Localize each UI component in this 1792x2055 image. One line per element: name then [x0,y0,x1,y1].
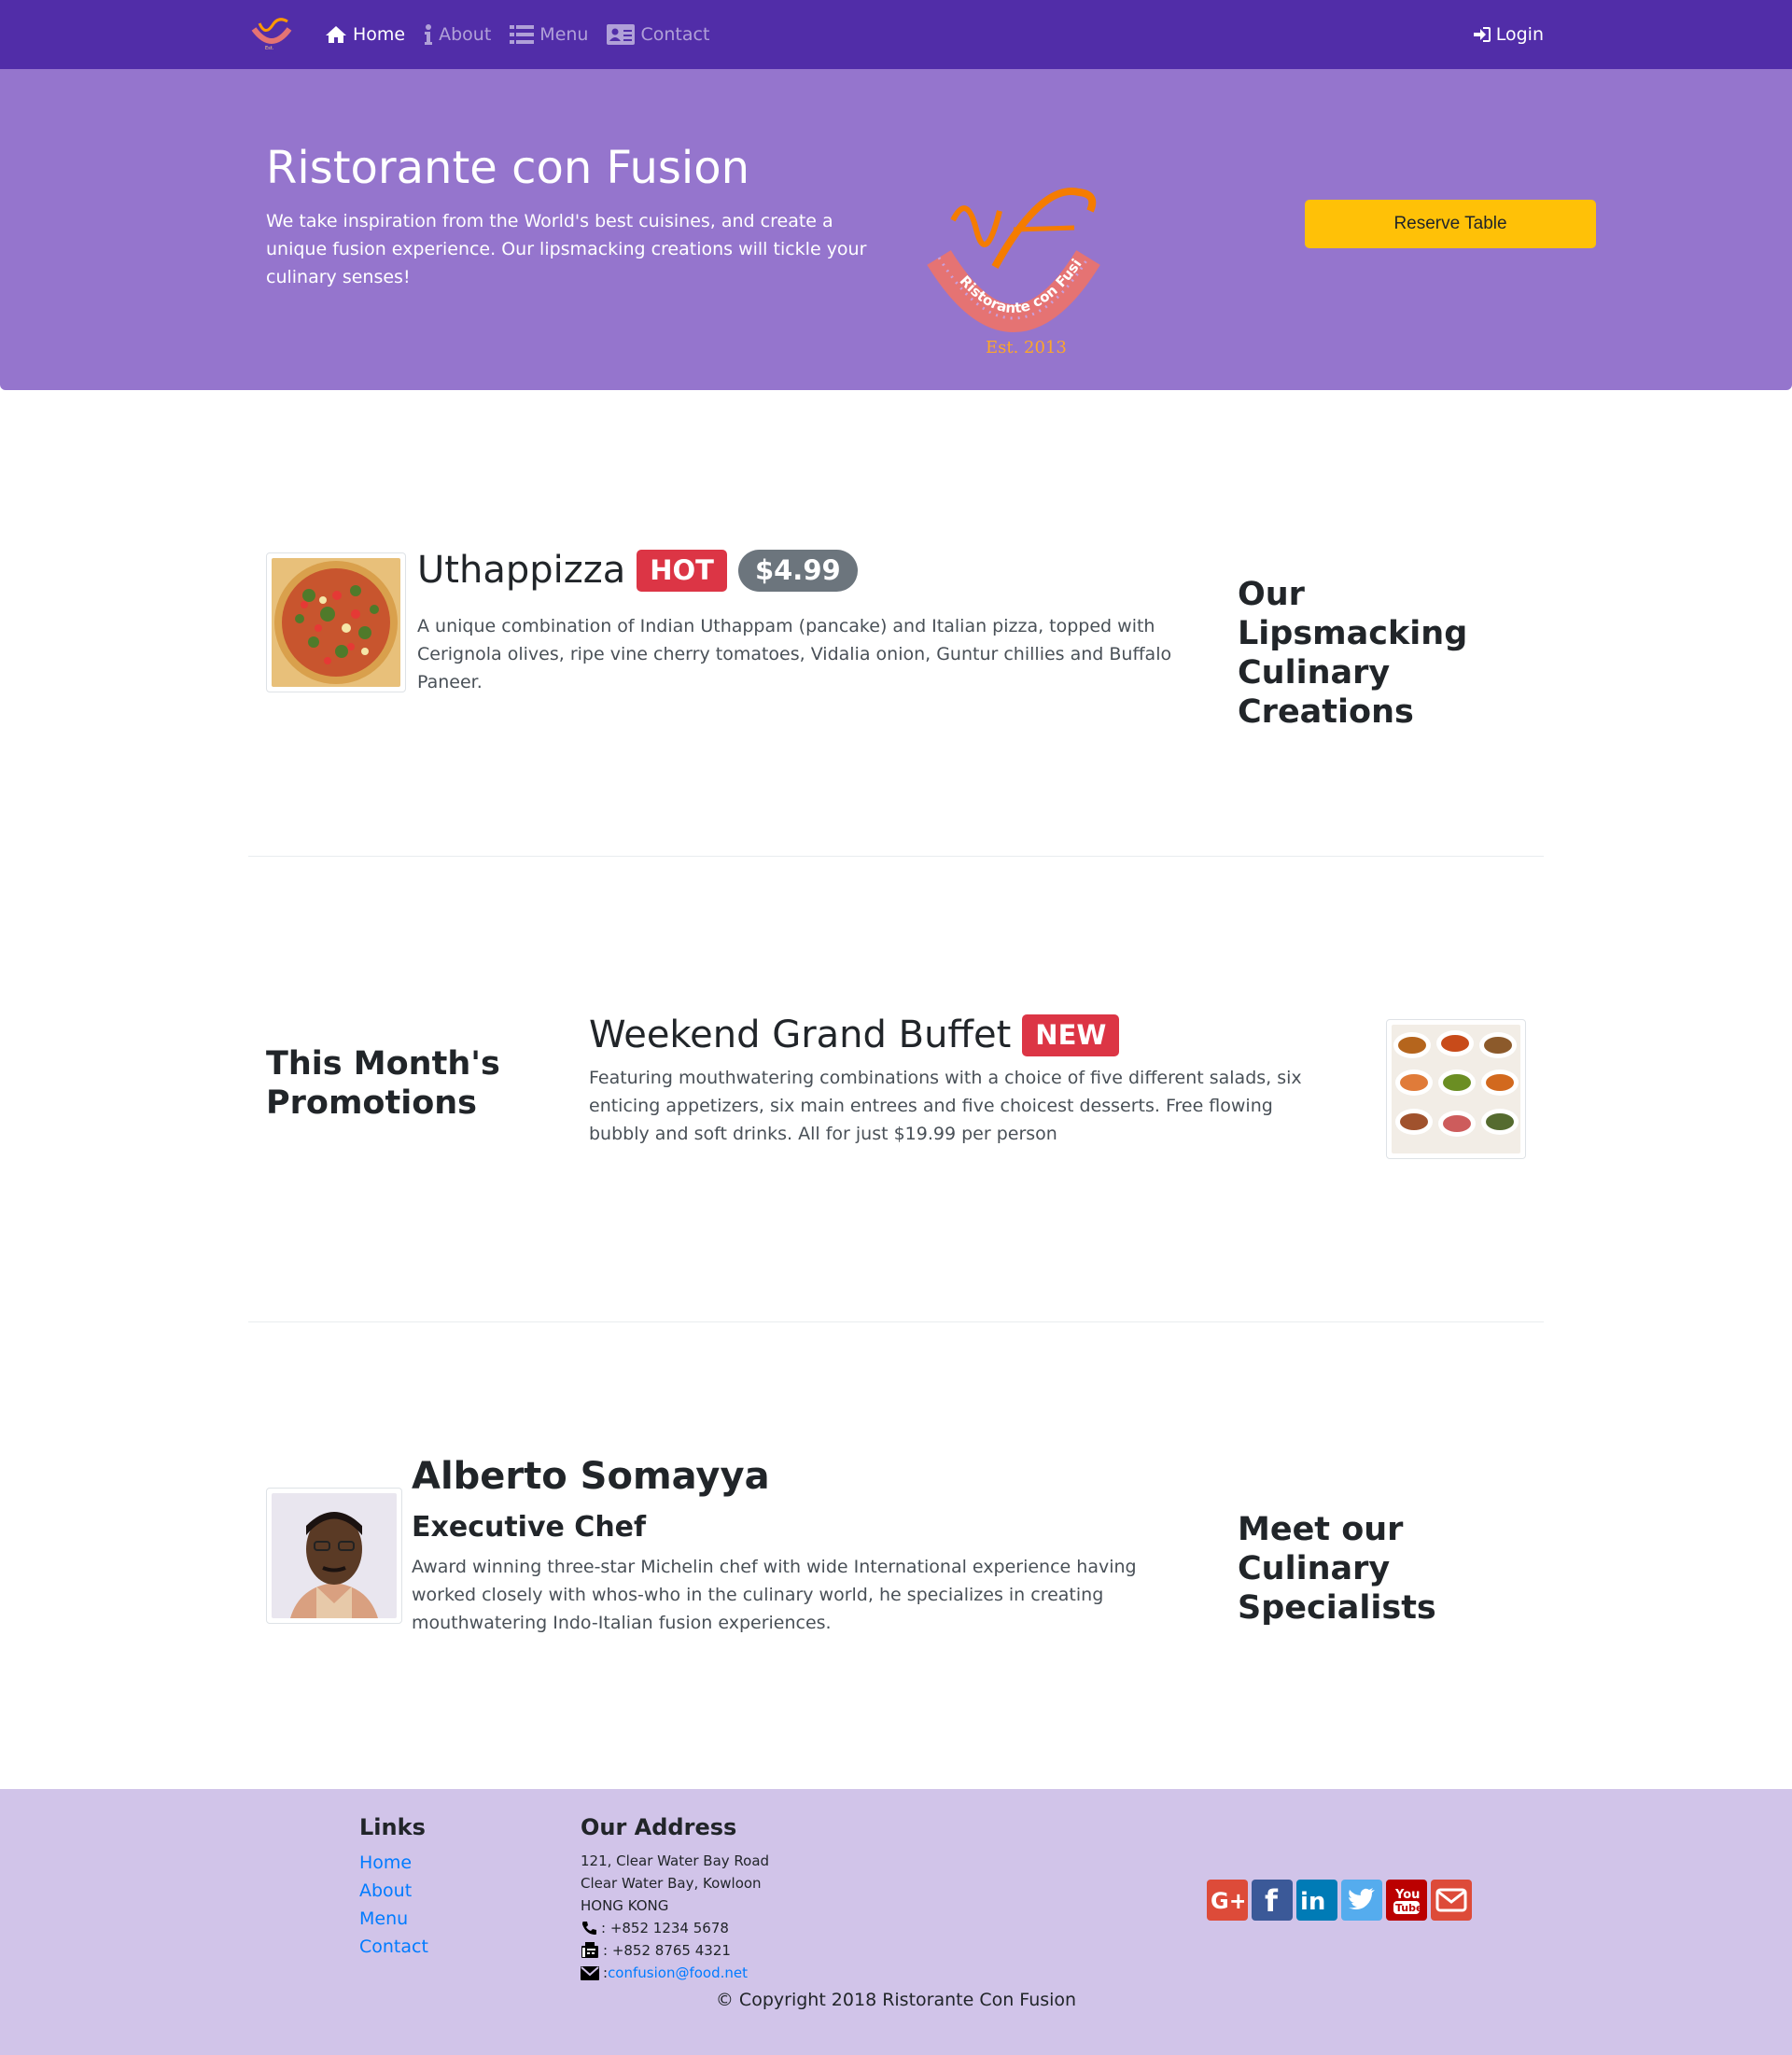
logo-est-text: Est. 2013 [986,338,1067,357]
linkedin-icon: in [1300,1888,1325,1913]
svg-text:Ristorante con Fusion: Ristorante con Fusion [911,155,1085,316]
featured-dish-section: Uthappizza HOT $4.99 A unique combinatio… [0,390,1792,926]
promotion-section: This Month's Promotions Weekend Grand Bu… [0,857,1792,1322]
footer-link-home[interactable]: Home [359,1852,412,1873]
svg-text:Tube: Tube [1395,1902,1421,1914]
promotion-description: Featuring mouthwatering combinations wit… [589,1068,1302,1144]
dish-image [266,552,406,692]
address-card-icon [607,24,636,45]
linkedin-button[interactable]: in [1296,1880,1337,1921]
restaurant-logo: Ristorante con Fusion Est. 2013 [906,142,1116,373]
info-icon [425,24,433,45]
phone-line: : +852 1234 5678 [581,1920,729,1936]
nav-label-about: About [439,24,492,45]
leader-description: Award winning three-star Michelin chef w… [412,1557,1137,1633]
hot-badge: HOT [637,549,727,592]
promotion-heading: Weekend Grand Buffet NEW [589,1014,1120,1056]
leader-section: Alberto Somayya Executive Chef Award win… [0,1322,1792,1788]
facebook-button[interactable]: f [1252,1880,1293,1921]
list-icon [510,25,535,44]
footer-link-contact[interactable]: Contact [359,1936,428,1957]
sign-in-icon [1473,27,1491,42]
leader-section-title: Meet our Culinary Specialists [1238,1511,1436,1627]
google-plus-button[interactable]: G+ [1207,1880,1248,1921]
leader-designation: Executive Chef [412,1511,647,1544]
svg-text:f: f [1265,1885,1279,1915]
nav-label-contact: Contact [640,24,710,45]
address-line: HONG KONG [581,1897,669,1914]
svg-text:You: You [1394,1888,1420,1902]
price-badge: $4.99 [737,549,858,592]
promotion-name: Weekend Grand Buffet [589,1014,1012,1056]
navbar: Est. Home About Menu Contact Login [0,0,1792,69]
dish-name: Uthappizza [417,549,626,592]
social-buttons: G+ f in You Tube [1207,1880,1472,1921]
svg-text:in: in [1300,1888,1325,1913]
footer-link-about[interactable]: About [359,1880,412,1901]
pizza-image [272,558,400,687]
email-line: : confusion@food.net [581,1964,748,1981]
svg-text:Est.: Est. [265,46,274,51]
address-line: Clear Water Bay, Kowloon [581,1875,762,1892]
nav-label-home: Home [353,24,406,45]
phone-icon [582,1922,596,1935]
fax-icon [581,1942,598,1958]
youtube-button[interactable]: You Tube [1386,1880,1427,1921]
youtube-icon: YouTube [1393,1888,1421,1914]
fax-number: : +852 8765 4321 [603,1942,731,1959]
svg-text:G+: G+ [1211,1888,1244,1913]
logo-graphic: Ristorante con Fusion Est. 2013 [906,142,1100,357]
footer-links-title: Links [359,1814,426,1840]
email-link[interactable]: confusion@food.net [608,1964,748,1981]
logo-arc-text: Ristorante con Fusion [906,142,1085,316]
nav-label-menu: Menu [539,24,589,45]
twitter-button[interactable] [1341,1880,1382,1921]
dish-section-title: Our Lipsmacking Culinary Creations [1238,576,1468,731]
twitter-icon [1349,1888,1375,1909]
footer-link-menu[interactable]: Menu [359,1908,408,1929]
email-button[interactable] [1431,1880,1472,1921]
dish-heading: Uthappizza HOT $4.99 [417,549,858,592]
new-badge: NEW [1022,1014,1120,1056]
nav-item-contact[interactable]: Contact [607,24,709,45]
jumbotron: Ristorante con Fusion We take inspiratio… [0,69,1792,390]
fax-line: : +852 8765 4321 [581,1942,731,1959]
home-icon [326,26,346,43]
login-button[interactable]: Login [1473,24,1544,45]
footer: Links Home About Menu Contact Our Addres… [0,1789,1792,2055]
nav-item-home[interactable]: Home [325,24,405,45]
address-line: 121, Clear Water Bay Road [581,1852,770,1869]
reserve-table-button[interactable]: Reserve Table [1305,200,1596,248]
facebook-icon: f [1265,1885,1279,1915]
leader-image [266,1488,402,1624]
promotion-section-title: This Month's Promotions [266,1045,500,1122]
buffet-photo [1392,1025,1520,1153]
brand-logo[interactable]: Est. [248,14,297,55]
nav-links: Home About Menu Contact [325,24,728,45]
google-plus-icon: G+ [1211,1888,1244,1913]
footer-address-title: Our Address [581,1814,737,1840]
nav-item-menu[interactable]: Menu [510,24,588,45]
dish-description: A unique combination of Indian Uthappam … [417,616,1172,692]
nav-item-about[interactable]: About [424,24,491,45]
chef-photo [272,1493,397,1618]
phone-number: : +852 1234 5678 [601,1920,729,1936]
envelope-icon [581,1965,599,1980]
restaurant-description: We take inspiration from the World's bes… [266,211,867,287]
mail-icon [1435,1888,1467,1912]
leader-name: Alberto Somayya [412,1455,770,1498]
copyright-text: © Copyright 2018 Ristorante Con Fusion [715,1990,1077,2010]
buffet-image [1386,1019,1526,1159]
restaurant-title: Ristorante con Fusion [266,142,750,194]
login-label: Login [1495,24,1544,45]
